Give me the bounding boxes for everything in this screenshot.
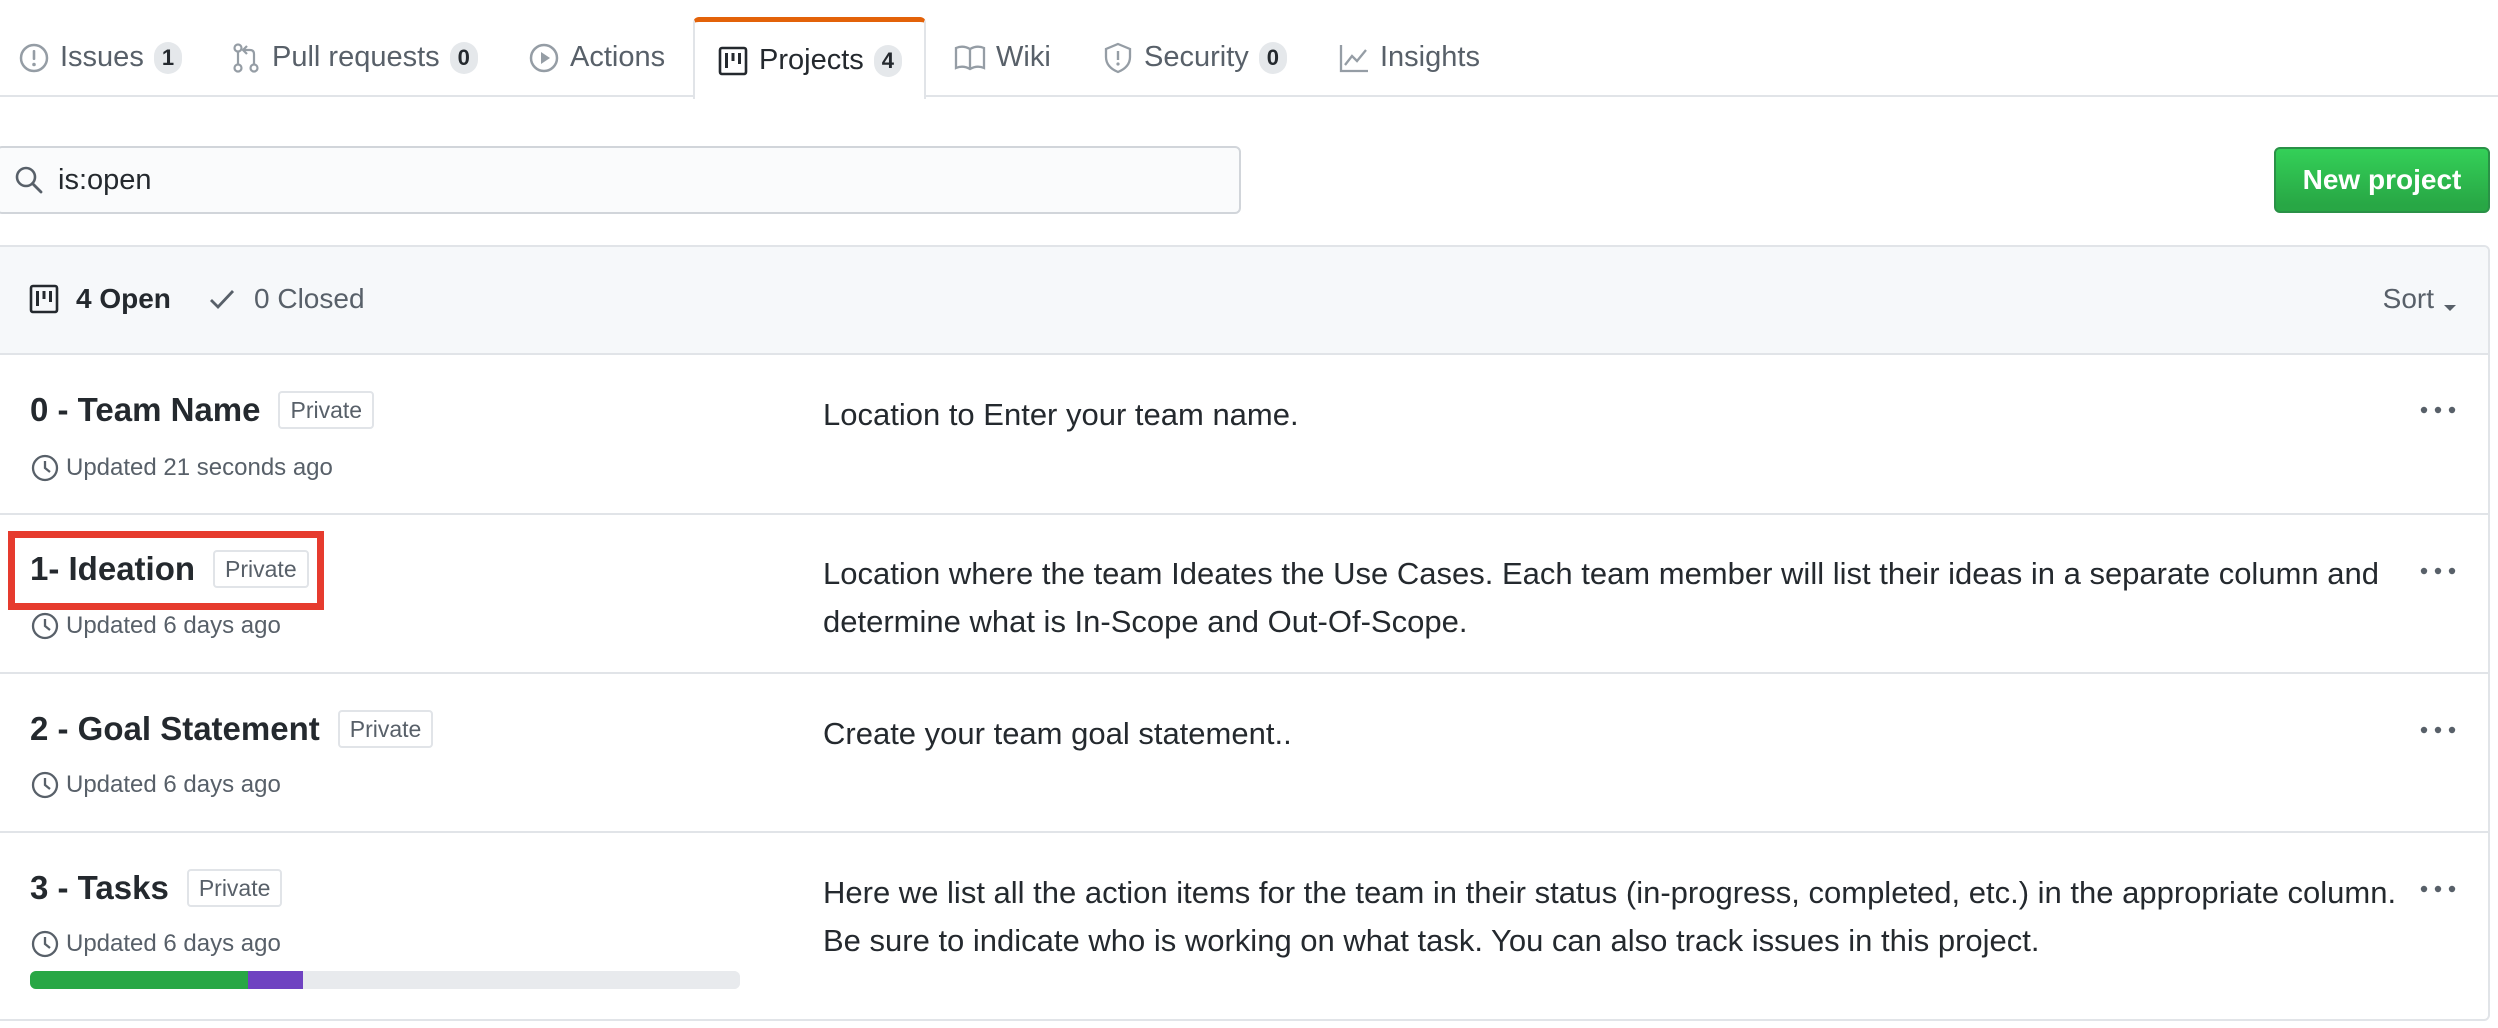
open-filter[interactable]: 4 Open bbox=[28, 283, 171, 315]
tab-security-counter: 0 bbox=[1258, 41, 1288, 74]
kebab-horizontal-icon[interactable] bbox=[2418, 561, 2458, 581]
private-badge: Private bbox=[186, 869, 283, 907]
tab-actions[interactable]: Actions bbox=[528, 18, 665, 97]
tab-projects[interactable]: Projects 4 bbox=[693, 17, 927, 99]
tab-insights-label: Insights bbox=[1380, 41, 1480, 73]
tab-issues-label: Issues bbox=[60, 41, 144, 73]
tab-issues-counter: 1 bbox=[153, 41, 183, 74]
project-updated: Updated 6 days ago bbox=[30, 770, 281, 800]
progress-in-progress-segment bbox=[247, 971, 303, 989]
git-pull-request-icon bbox=[230, 42, 262, 74]
project-row: 3 - Tasks Private Updated 6 days ago Her… bbox=[0, 833, 2488, 1019]
closed-count-label: 0 Closed bbox=[254, 283, 365, 314]
book-icon bbox=[954, 42, 986, 74]
sort-dropdown[interactable]: Sort bbox=[2383, 283, 2458, 315]
project-row: 1- Ideation Private Updated 6 days ago L… bbox=[0, 515, 2488, 674]
project-description: Create your team goal statement.. bbox=[823, 716, 1292, 751]
projects-list-header: 4 Open 0 Closed Sort bbox=[0, 247, 2488, 355]
progress-todo-segment bbox=[302, 971, 740, 989]
private-badge: Private bbox=[337, 710, 434, 748]
updated-text: Updated 21 seconds ago bbox=[66, 454, 333, 481]
clock-icon bbox=[30, 929, 60, 959]
project-title-link[interactable]: 2 - Goal Statement Private bbox=[30, 710, 434, 748]
updated-text: Updated 6 days ago bbox=[66, 771, 281, 798]
project-updated: Updated 6 days ago bbox=[30, 611, 281, 641]
graph-icon bbox=[1338, 42, 1370, 74]
project-row: 0 - Team Name Private Updated 21 seconds… bbox=[0, 355, 2488, 515]
closed-filter[interactable]: 0 Closed bbox=[206, 283, 365, 315]
clock-icon bbox=[30, 770, 60, 800]
project-updated: Updated 21 seconds ago bbox=[30, 453, 333, 483]
project-description: Location where the team Ideates the Use … bbox=[823, 556, 2379, 639]
tab-issues[interactable]: Issues 1 bbox=[18, 18, 183, 97]
private-badge: Private bbox=[278, 391, 375, 429]
check-icon bbox=[206, 283, 238, 315]
tab-projects-counter: 4 bbox=[873, 44, 903, 77]
project-search bbox=[0, 146, 1241, 214]
open-count-label: 4 Open bbox=[76, 283, 171, 314]
kebab-horizontal-icon[interactable] bbox=[2418, 720, 2458, 740]
project-description: Location to Enter your team name. bbox=[823, 397, 1299, 432]
progress-done-segment bbox=[30, 971, 248, 989]
play-icon bbox=[528, 42, 560, 74]
project-updated: Updated 6 days ago bbox=[30, 929, 281, 959]
tab-actions-label: Actions bbox=[570, 41, 666, 73]
tab-pull-requests-counter: 0 bbox=[449, 41, 478, 74]
caret-down-icon bbox=[2442, 291, 2458, 311]
projects-page: Issues 1 Pull requests 0 Actions Project… bbox=[0, 0, 2498, 1028]
project-description: Here we list all the action items for th… bbox=[823, 875, 2397, 958]
kebab-horizontal-icon[interactable] bbox=[2418, 879, 2458, 899]
project-title-link[interactable]: 3 - Tasks Private bbox=[30, 869, 283, 907]
tab-pull-requests-label: Pull requests bbox=[272, 41, 440, 73]
project-title: 3 - Tasks bbox=[30, 869, 169, 906]
project-icon bbox=[717, 45, 749, 77]
tab-wiki-label: Wiki bbox=[996, 41, 1051, 73]
search-input[interactable] bbox=[58, 163, 1158, 197]
projects-list: 4 Open 0 Closed Sort 0 - Team Name Priva… bbox=[0, 245, 2490, 1021]
tab-security-label: Security bbox=[1144, 41, 1249, 73]
clock-icon bbox=[30, 611, 60, 641]
project-icon bbox=[28, 283, 60, 315]
tab-insights[interactable]: Insights bbox=[1338, 18, 1480, 97]
project-title: 2 - Goal Statement bbox=[30, 710, 320, 747]
tab-projects-label: Projects bbox=[759, 44, 864, 76]
updated-text: Updated 6 days ago bbox=[66, 930, 281, 957]
updated-text: Updated 6 days ago bbox=[66, 612, 281, 639]
shield-icon bbox=[1102, 42, 1134, 74]
repo-tab-bar: Issues 1 Pull requests 0 Actions Project… bbox=[0, 0, 2498, 99]
search-icon bbox=[14, 165, 44, 195]
highlight-annotation bbox=[8, 531, 324, 610]
new-project-button[interactable]: New project bbox=[2274, 147, 2490, 213]
tab-security[interactable]: Security 0 bbox=[1102, 18, 1288, 97]
tab-pull-requests[interactable]: Pull requests 0 bbox=[230, 18, 478, 97]
clock-icon bbox=[30, 453, 60, 483]
issue-opened-icon bbox=[18, 42, 50, 74]
kebab-horizontal-icon[interactable] bbox=[2418, 400, 2458, 420]
project-title-link[interactable]: 0 - Team Name Private bbox=[30, 391, 375, 429]
project-title: 0 - Team Name bbox=[30, 391, 261, 428]
project-progress-bar bbox=[30, 971, 740, 989]
tab-wiki[interactable]: Wiki bbox=[954, 18, 1051, 97]
sort-label: Sort bbox=[2382, 283, 2434, 314]
project-row: 2 - Goal Statement Private Updated 6 day… bbox=[0, 674, 2488, 833]
